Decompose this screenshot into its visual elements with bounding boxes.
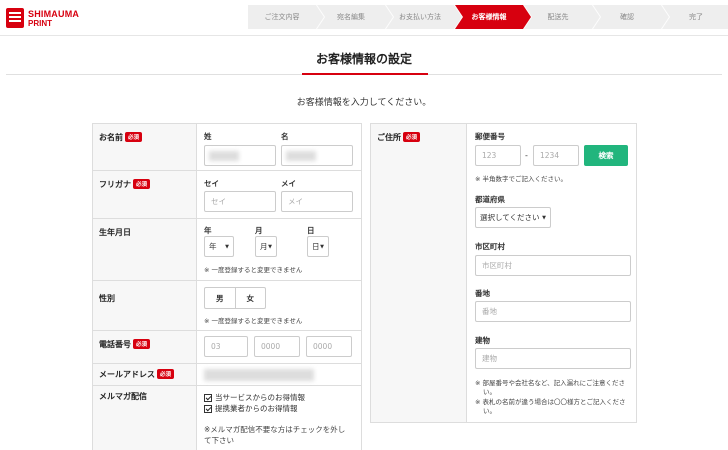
header: SHIMAUMA PRINT ご注文内容 宛名編集 お支払い方法 お客様情報 配… (0, 0, 728, 36)
furigana-label: フリガナ (99, 180, 131, 189)
birthdate-note: ※ 一度登録すると変更できません (204, 266, 303, 274)
building-input[interactable]: 建物 (475, 348, 631, 369)
step-payment: お支払い方法 (386, 5, 463, 29)
newsletter-option-partner[interactable]: 提携業者からのお得情報 (204, 403, 298, 414)
logo[interactable]: SHIMAUMA PRINT (6, 8, 86, 30)
row-email: メールアドレス 必須 (92, 364, 362, 386)
street-input[interactable]: 番地 (475, 301, 631, 322)
sei-input[interactable]: セイ (204, 191, 276, 212)
logo-text-sub: PRINT (28, 19, 52, 28)
page-subtitle: お客様情報を入力してください。 (296, 98, 432, 108)
postal-search-button[interactable]: 検索 (584, 145, 628, 166)
chevron-down-icon: ▼ (268, 244, 272, 250)
checkbox-checked[interactable] (204, 404, 212, 413)
postal-label: 郵便番号 (475, 132, 505, 141)
zebra-logo-icon (6, 8, 24, 28)
city-input[interactable]: 市区町村 (475, 255, 631, 276)
row-newsletter: メルマガ配信 当サービスからのお得情報 提携業者からのお得情報 ※メルマガ配信不… (92, 386, 362, 450)
month-label: 月 (255, 226, 263, 235)
chevron-down-icon: ▼ (225, 244, 229, 250)
required-badge: 必須 (133, 339, 151, 349)
phone-label: 電話番号 (99, 340, 131, 349)
step-address-edit: 宛名編集 (317, 5, 394, 29)
required-badge: 必須 (133, 179, 151, 189)
newsletter-note-1: ※メルマガ配信不要な方はチェックを外し (204, 425, 346, 434)
mei-label: メイ (281, 179, 296, 188)
address-note-1b: い。 (483, 388, 496, 396)
postal-dash: - (525, 151, 528, 160)
postal-input-1[interactable]: 123 (475, 145, 521, 166)
day-select[interactable]: 日 ▼ (307, 236, 329, 257)
birthdate-label: 生年月日 (99, 228, 131, 237)
street-label: 番地 (475, 289, 490, 298)
address-label: ご住所 (377, 133, 401, 142)
logo-text: SHIMAUMA (28, 9, 80, 19)
required-badge: 必須 (403, 132, 421, 142)
row-furigana: フリガナ 必須 セイ メイ セイ メイ (92, 171, 362, 219)
page-title: お客様情報の設定 (315, 52, 412, 66)
phone-input-2[interactable]: 0000 (254, 336, 300, 357)
chevron-down-icon: ▼ (320, 244, 324, 250)
step-confirm: 確認 (593, 5, 670, 29)
sei-label: セイ (204, 179, 219, 188)
step-complete: 完了 (662, 5, 728, 29)
month-select[interactable]: 月 ▼ (255, 236, 277, 257)
gender-female-button[interactable]: 女 (234, 288, 266, 308)
newsletter-option-service[interactable]: 当サービスからのお得情報 (204, 392, 305, 403)
email-value (204, 369, 314, 381)
customer-form: お名前 必須 姓 名 フリガナ 必須 セイ メイ セイ メイ 生年月日 年 月 日 … (92, 123, 362, 450)
postal-input-2[interactable]: 1234 (533, 145, 579, 166)
row-phone: 電話番号 必須 03 0000 0000 (92, 331, 362, 364)
address-note-2: ※ 表札の名前が違う場合は〇〇様方とご記入くださ (475, 398, 626, 406)
day-label: 日 (307, 226, 315, 235)
year-select[interactable]: 年 ▼ (204, 236, 234, 257)
required-badge: 必須 (125, 132, 143, 142)
prefecture-label: 都道府県 (475, 195, 505, 204)
address-note-1: ※ 部屋番号や会社名など、記入漏れにご注意くださ (475, 379, 626, 387)
address-note-2b: い。 (483, 407, 496, 415)
building-label: 建物 (475, 336, 490, 345)
phone-input-3[interactable]: 0000 (306, 336, 352, 357)
required-badge: 必須 (157, 369, 175, 379)
last-name-input[interactable] (204, 145, 276, 166)
postal-note: ※ 半角数字でご記入ください。 (475, 175, 568, 183)
first-name-label: 名 (281, 132, 289, 141)
name-label: お名前 (99, 133, 123, 142)
gender-male-button[interactable]: 男 (205, 288, 235, 308)
checkbox-checked[interactable] (204, 393, 212, 402)
step-order: ご注文内容 (248, 5, 325, 29)
city-label: 市区町村 (475, 242, 505, 251)
address-form: ご住所 必須 郵便番号 123 - 1234 検索 ※ 半角数字でご記入ください。… (370, 123, 637, 423)
row-gender: 性別 男 女 ※ 一度登録すると変更できません (92, 281, 362, 331)
title-underline (302, 73, 428, 75)
prefecture-select[interactable]: 選択してください ▼ (475, 207, 551, 228)
last-name-label: 姓 (204, 132, 212, 141)
progress-steps: ご注文内容 宛名編集 お支払い方法 お客様情報 配送先 確認 完了 (248, 5, 728, 29)
step-delivery: 配送先 (524, 5, 601, 29)
gender-note: ※ 一度登録すると変更できません (204, 317, 303, 325)
newsletter-note-2: て下さい (204, 436, 234, 445)
phone-input-1[interactable]: 03 (204, 336, 248, 357)
mei-input[interactable]: メイ (281, 191, 353, 212)
gender-label: 性別 (99, 294, 115, 303)
email-label: メールアドレス (99, 370, 155, 379)
chevron-down-icon: ▼ (542, 215, 546, 221)
row-name: お名前 必須 姓 名 (92, 124, 362, 171)
first-name-input[interactable] (281, 145, 353, 166)
step-customer-info: お客様情報 (455, 5, 532, 29)
gender-toggle: 男 女 (204, 287, 266, 309)
newsletter-label: メルマガ配信 (99, 392, 147, 401)
year-label: 年 (204, 226, 212, 235)
row-birthdate: 生年月日 年 月 日 年 ▼ 月 ▼ 日 ▼ ※ 一度登録すると変更できません (92, 219, 362, 281)
